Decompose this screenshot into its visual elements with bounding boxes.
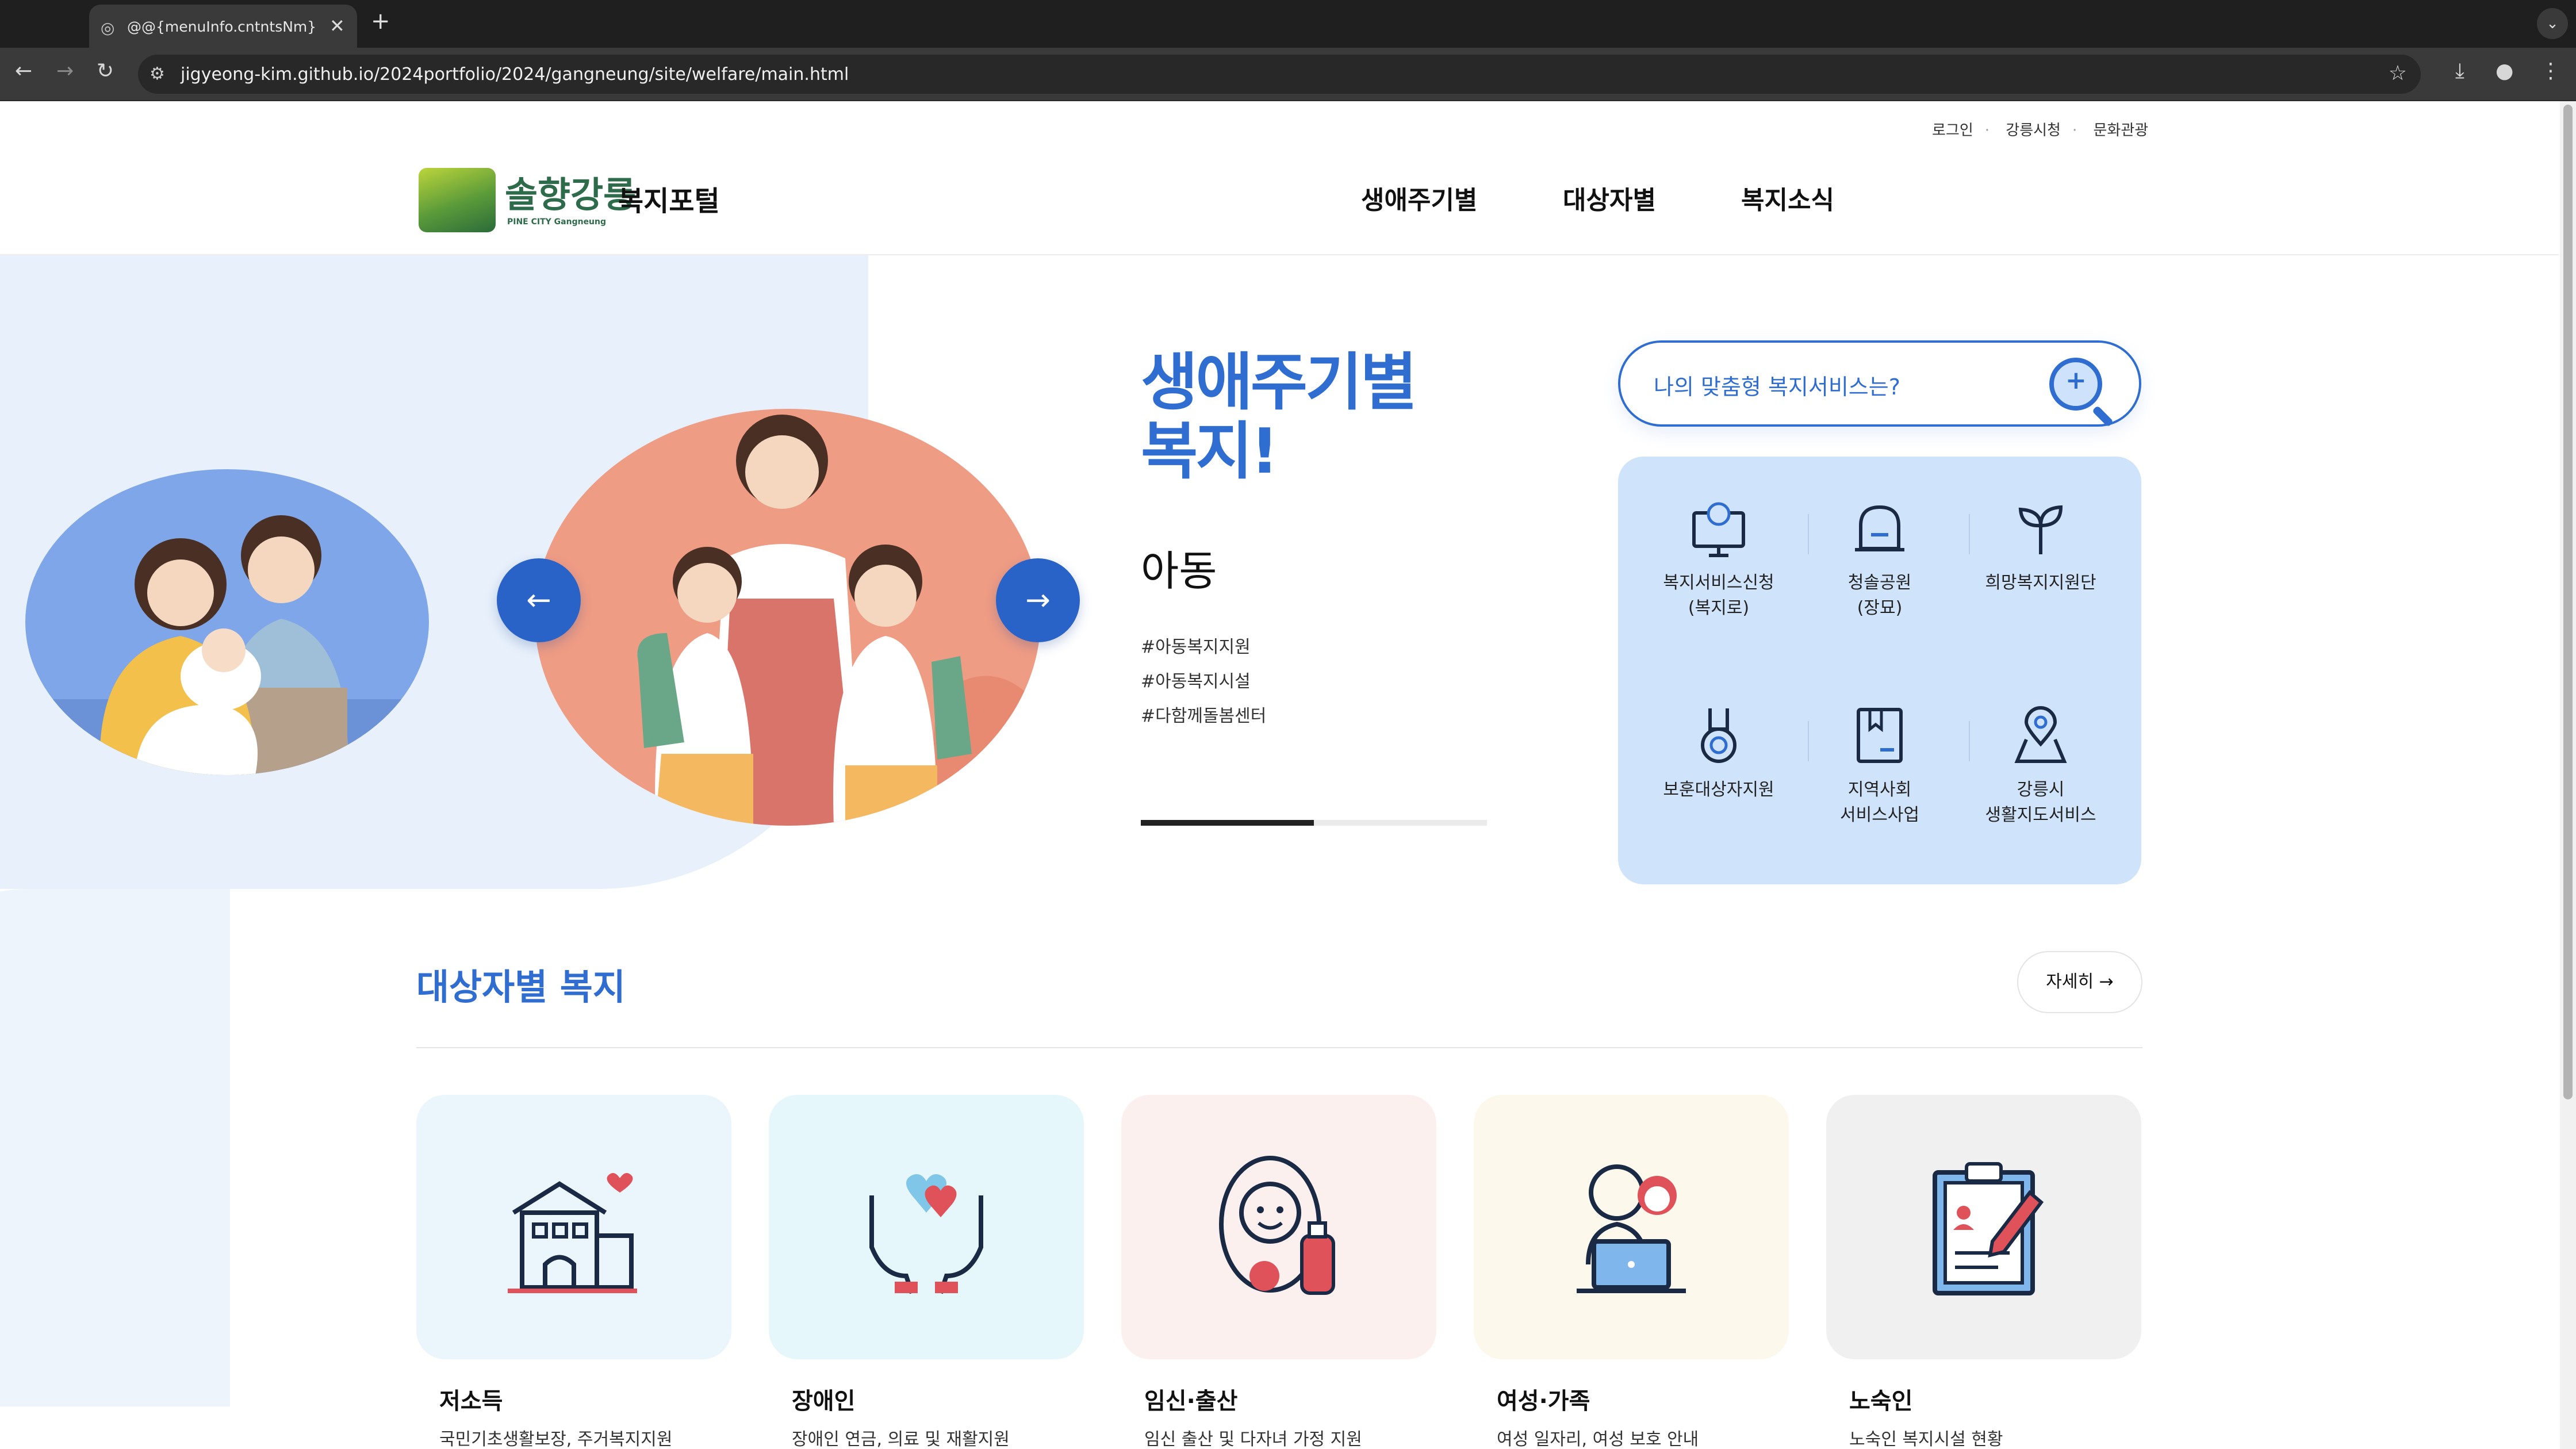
hero-tag[interactable]: #아동복지시설: [1141, 667, 1251, 692]
medal-icon: [1701, 708, 1736, 763]
baby-bottle-icon: [1219, 1156, 1335, 1295]
bookmark-star-icon[interactable]: ☆: [2389, 62, 2407, 85]
site-info-icon[interactable]: ⚙: [150, 64, 165, 84]
globe-icon: ◎: [101, 18, 115, 37]
address-bar[interactable]: ⚙ jigyeong-kim.github.io/2024portfolio/2…: [138, 55, 2421, 94]
search-icon-handle: [2091, 405, 2114, 428]
card-homeless[interactable]: [1826, 1095, 2141, 1359]
card-pregnancy[interactable]: [1121, 1095, 1436, 1359]
hero-title: 생애주기별 복지!: [1141, 347, 1417, 488]
card-description: 노숙인 복지시설 현황: [1849, 1429, 2003, 1449]
quick-link-veterans[interactable]: 보훈대상자지원: [1638, 704, 1799, 803]
profile-icon[interactable]: ●: [2496, 59, 2513, 83]
logo-subtext: PINE CITY Gangneung: [507, 217, 607, 227]
quick-link-label: 보훈대상자지원: [1663, 780, 1774, 800]
quick-link-label: 지역사회 서비스사업: [1840, 780, 1919, 825]
hero-prev-button[interactable]: ←: [497, 558, 581, 642]
reload-icon[interactable]: ↻: [97, 59, 114, 83]
hero-tag[interactable]: #다함께돌봄센터: [1141, 702, 1266, 727]
hero-next-button[interactable]: →: [996, 558, 1080, 642]
more-button-label: 자세히: [2046, 972, 2094, 992]
menu-icon[interactable]: ⋮: [2540, 59, 2561, 83]
browser-toolbar: ← → ↻ ⚙ jigyeong-kim.github.io/2024portf…: [0, 48, 2576, 101]
close-tab-icon[interactable]: ✕: [329, 15, 345, 37]
tab-title: @@{menuInfo.cntntsNm} - @: [127, 18, 317, 35]
pine-logo-icon: [419, 168, 496, 232]
more-button[interactable]: 자세히 →: [2017, 951, 2142, 1013]
card-label[interactable]: 장애인: [792, 1382, 855, 1416]
book-icon: [1857, 708, 1903, 763]
card-label[interactable]: 여성·가족: [1497, 1382, 1590, 1416]
child-mother-illustration: [535, 409, 1041, 826]
quick-links-panel: 복지서비스신청 (복지로) 청솔공원 (장묘) 희망복지지원단 보훈대상자지원 …: [1618, 457, 2141, 884]
quick-link-memorial[interactable]: 청솔공원 (장묘): [1799, 497, 1960, 621]
forward-icon[interactable]: →: [56, 59, 74, 83]
card-low-income[interactable]: [416, 1095, 731, 1359]
quick-link-label: 희망복지지원단: [1985, 573, 2096, 593]
card-description: 국민기초생활보장, 주거복지지원: [439, 1429, 673, 1449]
hero-tag[interactable]: #아동복지지원: [1141, 632, 1251, 658]
section-divider: [416, 1047, 2142, 1048]
city-hall-link[interactable]: 강릉시청: [2006, 122, 2061, 139]
back-icon[interactable]: ←: [15, 59, 32, 83]
card-label[interactable]: 저소득: [439, 1382, 503, 1416]
arrow-right-icon: →: [2099, 972, 2114, 992]
quick-link-community-service[interactable]: 지역사회 서비스사업: [1799, 704, 1960, 828]
hero-progress-fill: [1141, 820, 1314, 826]
hero-title-line1: 생애주기별: [1141, 347, 1417, 419]
monitor-globe-icon: [1692, 502, 1745, 557]
card-disabled[interactable]: [769, 1095, 1084, 1359]
women-laptop-icon: [1577, 1164, 1686, 1293]
search-placeholder[interactable]: 나의 맞춤형 복지서비스는?: [1654, 369, 1900, 401]
url-text[interactable]: jigyeong-kim.github.io/2024portfolio/202…: [181, 64, 849, 85]
memorial-icon: [1855, 505, 1904, 551]
card-description: 여성 일자리, 여성 보호 안내: [1497, 1429, 1699, 1449]
download-icon[interactable]: ⤓: [2455, 59, 2464, 83]
quick-link-hope-welfare[interactable]: 희망복지지원단: [1960, 497, 2121, 596]
culture-tour-link[interactable]: 문화관광: [2094, 122, 2149, 139]
site-name[interactable]: 복지포털: [618, 178, 720, 218]
city-logo[interactable]: 솔향강릉 PINE CITY Gangneung: [419, 163, 636, 238]
location-pin-icon: [2014, 706, 2067, 763]
hero-progress-bar: [1141, 820, 1487, 826]
section-title: 대상자별 복지: [416, 966, 626, 1008]
clipboard-icon: [1933, 1162, 2044, 1295]
logo-wordmark: 솔향강릉: [505, 174, 637, 216]
page-scrollbar[interactable]: [2560, 101, 2576, 1449]
sprout-icon: [2018, 505, 2063, 554]
header-divider: [0, 254, 2559, 255]
card-description: 임신 출산 및 다자녀 가정 지원: [1144, 1429, 1362, 1449]
welfare-search-box[interactable]: 나의 맞춤형 복지서비스는?: [1618, 340, 2141, 428]
card-women-family[interactable]: [1474, 1095, 1789, 1359]
login-link[interactable]: 로그인: [1932, 122, 1973, 139]
hands-heart-icon: [869, 1174, 983, 1294]
card-label[interactable]: 임신·출산: [1144, 1382, 1237, 1416]
browser-tab[interactable]: ◎ @@{menuInfo.cntntsNm} - @ ✕: [89, 5, 357, 48]
hero-title-line2: 복지!: [1141, 416, 1279, 488]
nav-news[interactable]: 복지소식: [1741, 179, 1834, 216]
page: 로그인 · 강릉시청 · 문화관광 솔향강릉 PINE CITY Gangneung…: [0, 101, 2576, 1449]
hero-subtitle: 아동: [1141, 547, 1217, 595]
scrollbar-thumb[interactable]: [2563, 105, 2573, 1099]
house-icon: [508, 1173, 637, 1293]
hero-background-curve: [0, 889, 230, 1406]
search-icon[interactable]: [2049, 358, 2102, 411]
new-tab-icon[interactable]: +: [371, 8, 390, 34]
nav-lifecycle[interactable]: 생애주기별: [1361, 179, 1477, 216]
card-description: 장애인 연금, 의료 및 재활지원: [792, 1429, 1010, 1449]
quick-link-label: 복지서비스신청 (복지로): [1663, 573, 1774, 618]
family-illustration: [25, 469, 429, 775]
quick-link-welfare-apply[interactable]: 복지서비스신청 (복지로): [1638, 497, 1799, 621]
card-label[interactable]: 노숙인: [1849, 1382, 1912, 1416]
quick-link-life-guidance[interactable]: 강릉시 생활지도서비스: [1960, 704, 2121, 828]
browser-tab-bar: ◎ @@{menuInfo.cntntsNm} - @ ✕ + ⌄: [0, 0, 2576, 48]
quick-link-label: 청솔공원 (장묘): [1847, 573, 1912, 618]
quick-link-label: 강릉시 생활지도서비스: [1985, 780, 2096, 825]
nav-target[interactable]: 대상자별: [1563, 179, 1656, 216]
utility-links: 로그인 · 강릉시청 · 문화관광: [1932, 122, 2149, 139]
tab-search-icon[interactable]: ⌄: [2537, 8, 2568, 39]
